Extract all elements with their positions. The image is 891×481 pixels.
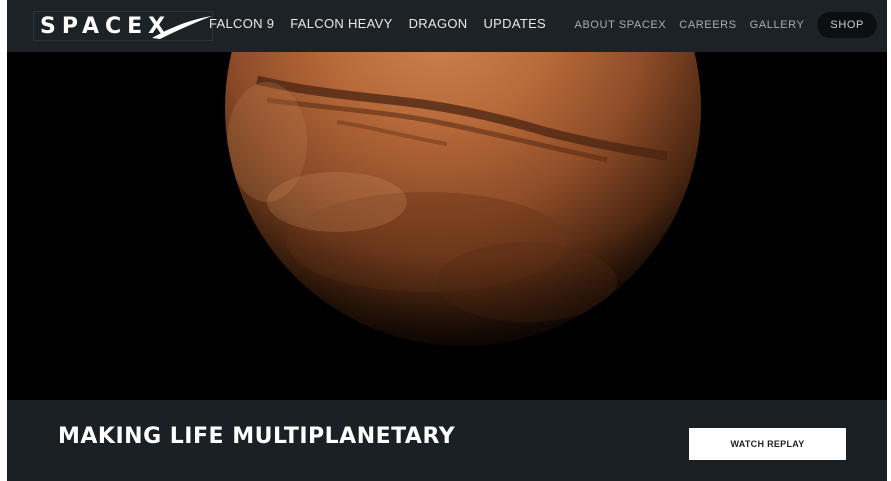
nav-item-falcon-heavy[interactable]: FALCON HEAVY bbox=[290, 16, 392, 31]
nav-item-gallery[interactable]: GALLERY bbox=[750, 19, 805, 31]
hero-banner: MAKING LIFE MULTIPLANETARY WATCH REPLAY bbox=[7, 400, 887, 481]
mars-planet-image bbox=[225, 52, 701, 346]
logo-swoosh-icon bbox=[152, 16, 212, 39]
nav-item-falcon-9[interactable]: FALCON 9 bbox=[209, 16, 274, 31]
primary-nav: FALCON 9 FALCON HEAVY DRAGON UPDATES bbox=[209, 16, 546, 31]
top-navigation: SPACEX FALCON 9 FALCON HEAVY DRAGON UPDA… bbox=[7, 0, 887, 52]
nav-item-about-spacex[interactable]: ABOUT SPACEX bbox=[575, 19, 667, 31]
watch-replay-button[interactable]: WATCH REPLAY bbox=[689, 428, 846, 460]
secondary-nav: ABOUT SPACEX CAREERS GALLERY SHOP bbox=[575, 12, 877, 38]
nav-item-dragon[interactable]: DRAGON bbox=[409, 16, 468, 31]
nav-item-updates[interactable]: UPDATES bbox=[483, 16, 546, 31]
shop-button[interactable]: SHOP bbox=[817, 12, 877, 38]
spacex-homepage: SPACEX FALCON 9 FALCON HEAVY DRAGON UPDA… bbox=[7, 0, 887, 481]
spacex-logo[interactable]: SPACEX bbox=[33, 11, 213, 41]
nav-item-careers[interactable]: CAREERS bbox=[679, 19, 736, 31]
hero-section bbox=[7, 52, 887, 400]
hero-headline: MAKING LIFE MULTIPLANETARY bbox=[58, 424, 456, 449]
